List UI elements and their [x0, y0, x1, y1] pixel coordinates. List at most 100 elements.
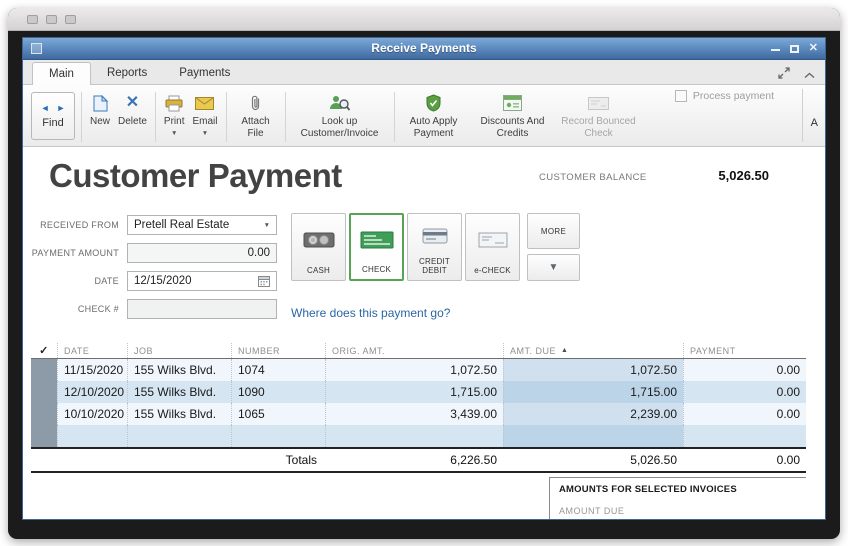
row-checkbox-cell[interactable]	[31, 425, 57, 447]
email-dropdown-icon[interactable]: ▼	[202, 130, 208, 138]
selected-invoices-title: AMOUNTS FOR SELECTED INVOICES	[559, 484, 737, 495]
row-checkbox-cell[interactable]	[31, 359, 57, 381]
column-header-amt-due[interactable]: AMT. DUE ▲	[503, 343, 683, 358]
column-header-number[interactable]: NUMBER	[231, 343, 325, 358]
collapsed-panel-label[interactable]: A	[811, 117, 818, 129]
payment-method-credit-debit[interactable]: CREDIT DEBIT	[407, 213, 462, 281]
payment-methods-down-button[interactable]: ▼	[527, 254, 580, 281]
delete-icon: ✕	[125, 93, 140, 111]
close-icon[interactable]: ✕	[809, 43, 818, 54]
forward-arrow-icon[interactable]: ►	[57, 103, 66, 113]
paperclip-icon	[250, 93, 261, 113]
payment-amount-field[interactable]: 0.00	[127, 243, 277, 263]
totals-amt-due: 5,026.50	[630, 453, 677, 467]
lookup-icon	[329, 93, 350, 113]
window-title: Receive Payments	[371, 41, 477, 55]
tab-reports[interactable]: Reports	[91, 62, 163, 84]
invoice-row[interactable]: 11/15/2020 155 Wilks Blvd. 1074 1,072.50…	[31, 359, 806, 381]
check-payment-icon	[360, 221, 394, 260]
email-label: Email	[192, 116, 218, 127]
echeck-icon	[478, 220, 508, 261]
dropdown-arrow-icon[interactable]: ▼	[264, 222, 270, 229]
row-payment[interactable]: 0.00	[683, 403, 806, 425]
window-control-dot[interactable]	[46, 14, 57, 24]
received-from-label: RECEIVED FROM	[40, 220, 119, 230]
print-button[interactable]: Print ▼	[160, 88, 189, 146]
payment-method-check[interactable]: CHECK	[349, 213, 404, 281]
row-orig-amt	[325, 425, 503, 447]
minimize-icon[interactable]	[770, 47, 780, 51]
credit-debit-label: CREDIT DEBIT	[419, 256, 450, 275]
down-arrow-icon: ▼	[548, 262, 559, 273]
invoice-row[interactable]: 10/10/2020 155 Wilks Blvd. 1065 3,439.00…	[31, 403, 806, 425]
payment-method-group: CASH CHECK CREDIT DEBIT e-CHECK MORE ▼	[291, 213, 580, 281]
checkmark-column-header[interactable]: ✓	[31, 343, 57, 358]
payment-method-cash[interactable]: CASH	[291, 213, 346, 281]
more-label: MORE	[540, 226, 567, 236]
date-value: 12/15/2020	[134, 275, 192, 287]
where-does-payment-go-link[interactable]: Where does this payment go?	[291, 306, 450, 320]
invoices-table: ✓ DATE JOB NUMBER ORIG. AMT. AMT. DUE ▲ …	[31, 343, 806, 473]
payment-method-echeck[interactable]: e-CHECK	[465, 213, 520, 281]
toolbar-separator	[393, 92, 395, 142]
row-date	[57, 425, 127, 447]
discounts-and-credits-button[interactable]: Discounts And Credits	[469, 88, 557, 146]
empty-row[interactable]	[31, 425, 806, 447]
window-control-dot[interactable]	[65, 14, 76, 24]
window-control-dot[interactable]	[27, 14, 38, 24]
column-header-orig-amt[interactable]: ORIG. AMT.	[325, 343, 503, 358]
column-header-job[interactable]: JOB	[127, 343, 231, 358]
tab-main[interactable]: Main	[32, 62, 91, 85]
column-header-payment[interactable]: PAYMENT	[683, 343, 806, 358]
column-header-date[interactable]: DATE	[57, 343, 127, 358]
row-date: 11/15/2020	[57, 359, 127, 381]
collapse-ribbon-icon[interactable]	[804, 66, 815, 84]
back-arrow-icon[interactable]: ◄	[41, 103, 50, 113]
received-from-value: Pretell Real Estate	[134, 219, 230, 231]
payment-form: RECEIVED FROM Pretell Real Estate ▼ PAYM…	[23, 215, 277, 327]
selected-invoices-panel: AMOUNTS FOR SELECTED INVOICES AMOUNT DUE	[549, 477, 806, 519]
row-checkbox-cell[interactable]	[31, 381, 57, 403]
page-title: Customer Payment	[49, 157, 342, 194]
row-payment[interactable]: 0.00	[683, 359, 806, 381]
credit-card-icon	[422, 220, 448, 252]
calendar-icon[interactable]	[258, 275, 270, 287]
record-bounced-check-button[interactable]: Record Bounced Check	[557, 88, 641, 146]
totals-payment: 0.00	[776, 453, 800, 467]
payment-form-area: Customer Payment CUSTOMER BALANCE 5,026.…	[23, 147, 825, 519]
ribbon-tab-bar: Main Reports Payments	[23, 60, 825, 85]
table-header: ✓ DATE JOB NUMBER ORIG. AMT. AMT. DUE ▲ …	[31, 343, 806, 359]
maximize-icon[interactable]	[789, 44, 799, 53]
row-checkbox-cell[interactable]	[31, 403, 57, 425]
new-button[interactable]: New	[86, 88, 114, 146]
row-number: 1074	[231, 359, 325, 381]
tab-payments[interactable]: Payments	[163, 62, 246, 84]
invoice-row[interactable]: 12/10/2020 155 Wilks Blvd. 1090 1,715.00…	[31, 381, 806, 403]
attach-file-button[interactable]: Attach File	[231, 88, 281, 146]
expand-icon[interactable]	[778, 66, 790, 84]
checkbox-icon[interactable]	[674, 90, 687, 102]
cash-icon	[303, 220, 335, 261]
email-icon	[195, 93, 215, 113]
date-field[interactable]: 12/15/2020	[127, 271, 277, 291]
process-payment-checkbox[interactable]: Process payment	[674, 90, 774, 102]
discounts-label: Discounts And Credits	[480, 116, 545, 139]
more-payment-methods-button[interactable]: MORE	[527, 213, 580, 249]
payment-amount-label: PAYMENT AMOUNT	[31, 248, 119, 258]
print-dropdown-icon[interactable]: ▼	[171, 130, 177, 138]
find-button[interactable]: ◄ ► Find	[31, 92, 75, 140]
row-payment[interactable]: 0.00	[683, 381, 806, 403]
check-number-field[interactable]	[127, 299, 277, 319]
email-button[interactable]: Email ▼	[188, 88, 221, 146]
received-from-dropdown[interactable]: Pretell Real Estate ▼	[127, 215, 277, 235]
titlebar[interactable]: Receive Payments ✕	[23, 38, 825, 60]
lookup-customer-invoice-button[interactable]: Look up Customer/Invoice	[290, 88, 390, 146]
ribbon-toolbar: ◄ ► Find New ✕ Delete Print ▼ Email ▼ At…	[23, 85, 825, 147]
print-icon	[164, 93, 184, 113]
auto-apply-payment-button[interactable]: Auto Apply Payment	[399, 88, 469, 146]
row-date: 10/10/2020	[57, 403, 127, 425]
delete-button[interactable]: ✕ Delete	[114, 88, 151, 146]
toolbar-separator	[802, 89, 803, 142]
row-orig-amt: 1,715.00	[325, 381, 503, 403]
auto-apply-icon	[425, 93, 442, 113]
